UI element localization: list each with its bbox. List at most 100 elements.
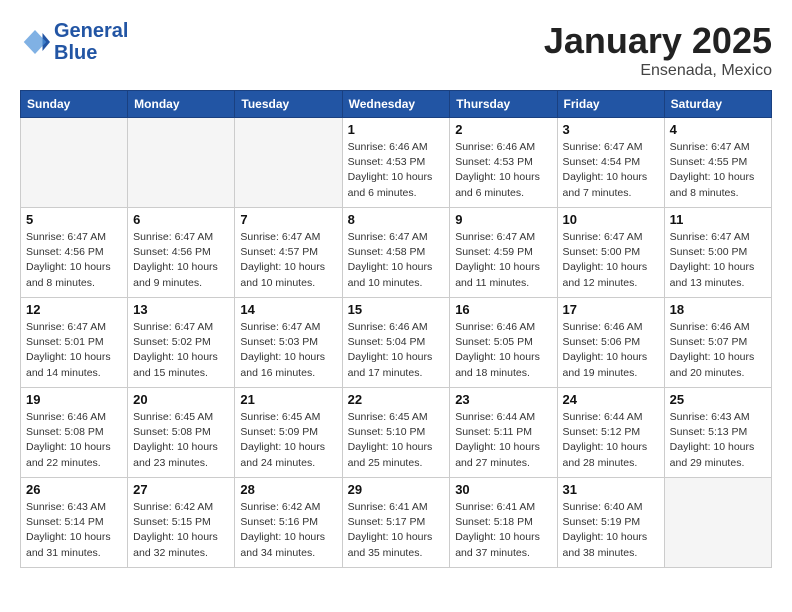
day-number: 29	[348, 482, 445, 497]
day-number: 26	[26, 482, 122, 497]
day-number: 30	[455, 482, 551, 497]
day-info: Sunrise: 6:47 AM Sunset: 4:58 PM Dayligh…	[348, 230, 445, 291]
weekday-header-thursday: Thursday	[450, 91, 557, 118]
calendar-cell: 29 Sunrise: 6:41 AM Sunset: 5:17 PM Dayli…	[342, 478, 450, 568]
day-number: 24	[563, 392, 659, 407]
calendar-cell: 2Sunrise: 6:46 AM Sunset: 4:53 PM Daylig…	[450, 118, 557, 208]
weekday-header-monday: Monday	[128, 91, 235, 118]
calendar-cell: 14Sunrise: 6:47 AM Sunset: 5:03 PM Dayli…	[235, 298, 342, 388]
calendar-cell: 28 Sunrise: 6:42 AM Sunset: 5:16 PM Dayli…	[235, 478, 342, 568]
calendar-cell: 13 Sunrise: 6:47 AM Sunset: 5:02 PM Dayli…	[128, 298, 235, 388]
day-info: Sunrise: 6:47 AM Sunset: 5:02 PM Dayligh…	[133, 320, 229, 381]
week-row-5: 26 Sunrise: 6:43 AM Sunset: 5:14 PM Dayli…	[21, 478, 772, 568]
day-info: Sunrise: 6:47 AM Sunset: 4:56 PM Dayligh…	[26, 230, 122, 291]
calendar-cell: 12 Sunrise: 6:47 AM Sunset: 5:01 PM Dayli…	[21, 298, 128, 388]
day-info: Sunrise: 6:47 AM Sunset: 5:00 PM Dayligh…	[670, 230, 766, 291]
day-info: Sunrise: 6:46 AM Sunset: 5:05 PM Dayligh…	[455, 320, 551, 381]
day-number: 15	[348, 302, 445, 317]
day-number: 12	[26, 302, 122, 317]
calendar-cell: 24 Sunrise: 6:44 AM Sunset: 5:12 PM Dayli…	[557, 388, 664, 478]
day-info: Sunrise: 6:41 AM Sunset: 5:18 PM Dayligh…	[455, 500, 551, 561]
logo: General Blue	[20, 20, 128, 64]
day-number: 21	[240, 392, 336, 407]
day-info: Sunrise: 6:47 AM Sunset: 5:00 PM Dayligh…	[563, 230, 659, 291]
day-number: 28	[240, 482, 336, 497]
day-info: Sunrise: 6:45 AM Sunset: 5:09 PM Dayligh…	[240, 410, 336, 471]
calendar-cell: 10 Sunrise: 6:47 AM Sunset: 5:00 PM Dayli…	[557, 208, 664, 298]
calendar-cell: 16 Sunrise: 6:46 AM Sunset: 5:05 PM Dayli…	[450, 298, 557, 388]
month-title: January 2025	[544, 20, 772, 62]
day-number: 23	[455, 392, 551, 407]
day-number: 17	[563, 302, 659, 317]
calendar-cell: 18 Sunrise: 6:46 AM Sunset: 5:07 PM Dayli…	[664, 298, 771, 388]
weekday-header-tuesday: Tuesday	[235, 91, 342, 118]
day-info: Sunrise: 6:47 AM Sunset: 4:57 PM Dayligh…	[240, 230, 336, 291]
day-info: Sunrise: 6:46 AM Sunset: 5:06 PM Dayligh…	[563, 320, 659, 381]
day-info: Sunrise: 6:46 AM Sunset: 5:08 PM Dayligh…	[26, 410, 122, 471]
day-number: 11	[670, 212, 766, 227]
title-block: January 2025 Ensenada, Mexico	[544, 20, 772, 80]
calendar-cell: 26 Sunrise: 6:43 AM Sunset: 5:14 PM Dayli…	[21, 478, 128, 568]
weekday-header-row: SundayMondayTuesdayWednesdayThursdayFrid…	[21, 91, 772, 118]
calendar-cell: 5 Sunrise: 6:47 AM Sunset: 4:56 PM Daylig…	[21, 208, 128, 298]
calendar-cell: 4Sunrise: 6:47 AM Sunset: 4:55 PM Daylig…	[664, 118, 771, 208]
calendar-cell: 3 Sunrise: 6:47 AM Sunset: 4:54 PM Daylig…	[557, 118, 664, 208]
day-info: Sunrise: 6:42 AM Sunset: 5:15 PM Dayligh…	[133, 500, 229, 561]
calendar-cell: 22 Sunrise: 6:45 AM Sunset: 5:10 PM Dayli…	[342, 388, 450, 478]
day-info: Sunrise: 6:40 AM Sunset: 5:19 PM Dayligh…	[563, 500, 659, 561]
day-number: 4	[670, 122, 766, 137]
day-number: 1	[348, 122, 445, 137]
day-number: 8	[348, 212, 445, 227]
week-row-1: 1Sunrise: 6:46 AM Sunset: 4:53 PM Daylig…	[21, 118, 772, 208]
day-number: 19	[26, 392, 122, 407]
day-number: 10	[563, 212, 659, 227]
day-number: 5	[26, 212, 122, 227]
calendar-cell: 11 Sunrise: 6:47 AM Sunset: 5:00 PM Dayli…	[664, 208, 771, 298]
day-info: Sunrise: 6:43 AM Sunset: 5:14 PM Dayligh…	[26, 500, 122, 561]
day-number: 31	[563, 482, 659, 497]
calendar-cell: 6 Sunrise: 6:47 AM Sunset: 4:56 PM Daylig…	[128, 208, 235, 298]
calendar-cell: 30 Sunrise: 6:41 AM Sunset: 5:18 PM Dayli…	[450, 478, 557, 568]
weekday-header-friday: Friday	[557, 91, 664, 118]
logo-text: General Blue	[54, 20, 128, 64]
day-info: Sunrise: 6:47 AM Sunset: 4:54 PM Dayligh…	[563, 140, 659, 201]
logo-line1: General	[54, 20, 128, 42]
day-number: 18	[670, 302, 766, 317]
calendar-cell: 17 Sunrise: 6:46 AM Sunset: 5:06 PM Dayli…	[557, 298, 664, 388]
calendar-cell	[664, 478, 771, 568]
calendar-cell: 7 Sunrise: 6:47 AM Sunset: 4:57 PM Daylig…	[235, 208, 342, 298]
day-number: 6	[133, 212, 229, 227]
week-row-3: 12 Sunrise: 6:47 AM Sunset: 5:01 PM Dayli…	[21, 298, 772, 388]
weekday-header-sunday: Sunday	[21, 91, 128, 118]
page-header: General Blue January 2025 Ensenada, Mexi…	[20, 20, 772, 80]
day-number: 3	[563, 122, 659, 137]
day-number: 7	[240, 212, 336, 227]
day-info: Sunrise: 6:45 AM Sunset: 5:10 PM Dayligh…	[348, 410, 445, 471]
calendar-cell: 25 Sunrise: 6:43 AM Sunset: 5:13 PM Dayli…	[664, 388, 771, 478]
day-number: 2	[455, 122, 551, 137]
day-info: Sunrise: 6:42 AM Sunset: 5:16 PM Dayligh…	[240, 500, 336, 561]
day-info: Sunrise: 6:41 AM Sunset: 5:17 PM Dayligh…	[348, 500, 445, 561]
weekday-header-saturday: Saturday	[664, 91, 771, 118]
day-number: 16	[455, 302, 551, 317]
day-info: Sunrise: 6:47 AM Sunset: 5:01 PM Dayligh…	[26, 320, 122, 381]
day-number: 25	[670, 392, 766, 407]
day-info: Sunrise: 6:47 AM Sunset: 4:56 PM Dayligh…	[133, 230, 229, 291]
day-info: Sunrise: 6:47 AM Sunset: 4:59 PM Dayligh…	[455, 230, 551, 291]
day-info: Sunrise: 6:46 AM Sunset: 5:04 PM Dayligh…	[348, 320, 445, 381]
day-number: 13	[133, 302, 229, 317]
calendar-table: SundayMondayTuesdayWednesdayThursdayFrid…	[20, 90, 772, 568]
weekday-header-wednesday: Wednesday	[342, 91, 450, 118]
day-info: Sunrise: 6:45 AM Sunset: 5:08 PM Dayligh…	[133, 410, 229, 471]
day-info: Sunrise: 6:44 AM Sunset: 5:11 PM Dayligh…	[455, 410, 551, 471]
week-row-2: 5 Sunrise: 6:47 AM Sunset: 4:56 PM Daylig…	[21, 208, 772, 298]
day-number: 20	[133, 392, 229, 407]
calendar-cell: 31 Sunrise: 6:40 AM Sunset: 5:19 PM Dayli…	[557, 478, 664, 568]
day-info: Sunrise: 6:46 AM Sunset: 5:07 PM Dayligh…	[670, 320, 766, 381]
day-number: 22	[348, 392, 445, 407]
day-info: Sunrise: 6:47 AM Sunset: 5:03 PM Dayligh…	[240, 320, 336, 381]
calendar-cell: 1Sunrise: 6:46 AM Sunset: 4:53 PM Daylig…	[342, 118, 450, 208]
day-info: Sunrise: 6:44 AM Sunset: 5:12 PM Dayligh…	[563, 410, 659, 471]
day-info: Sunrise: 6:43 AM Sunset: 5:13 PM Dayligh…	[670, 410, 766, 471]
calendar-cell: 8 Sunrise: 6:47 AM Sunset: 4:58 PM Daylig…	[342, 208, 450, 298]
